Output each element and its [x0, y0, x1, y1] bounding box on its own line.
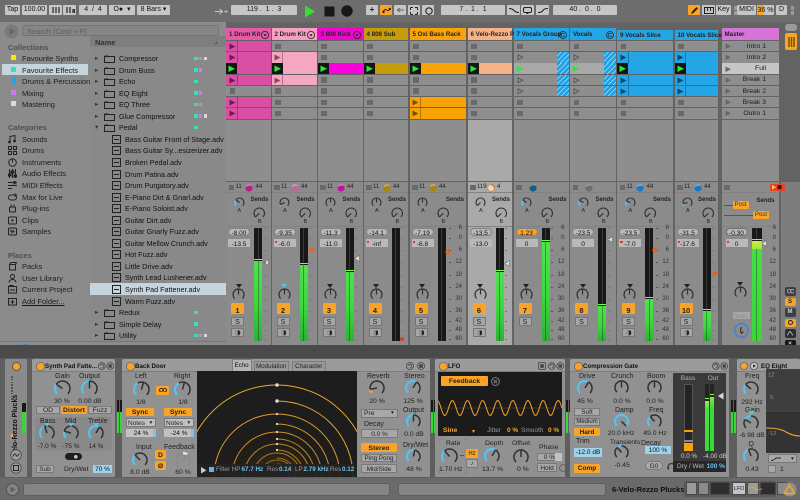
svg-text:-12: -12	[768, 431, 776, 437]
svg-text:12: 12	[768, 373, 774, 379]
svg-text:6: 6	[770, 395, 773, 401]
